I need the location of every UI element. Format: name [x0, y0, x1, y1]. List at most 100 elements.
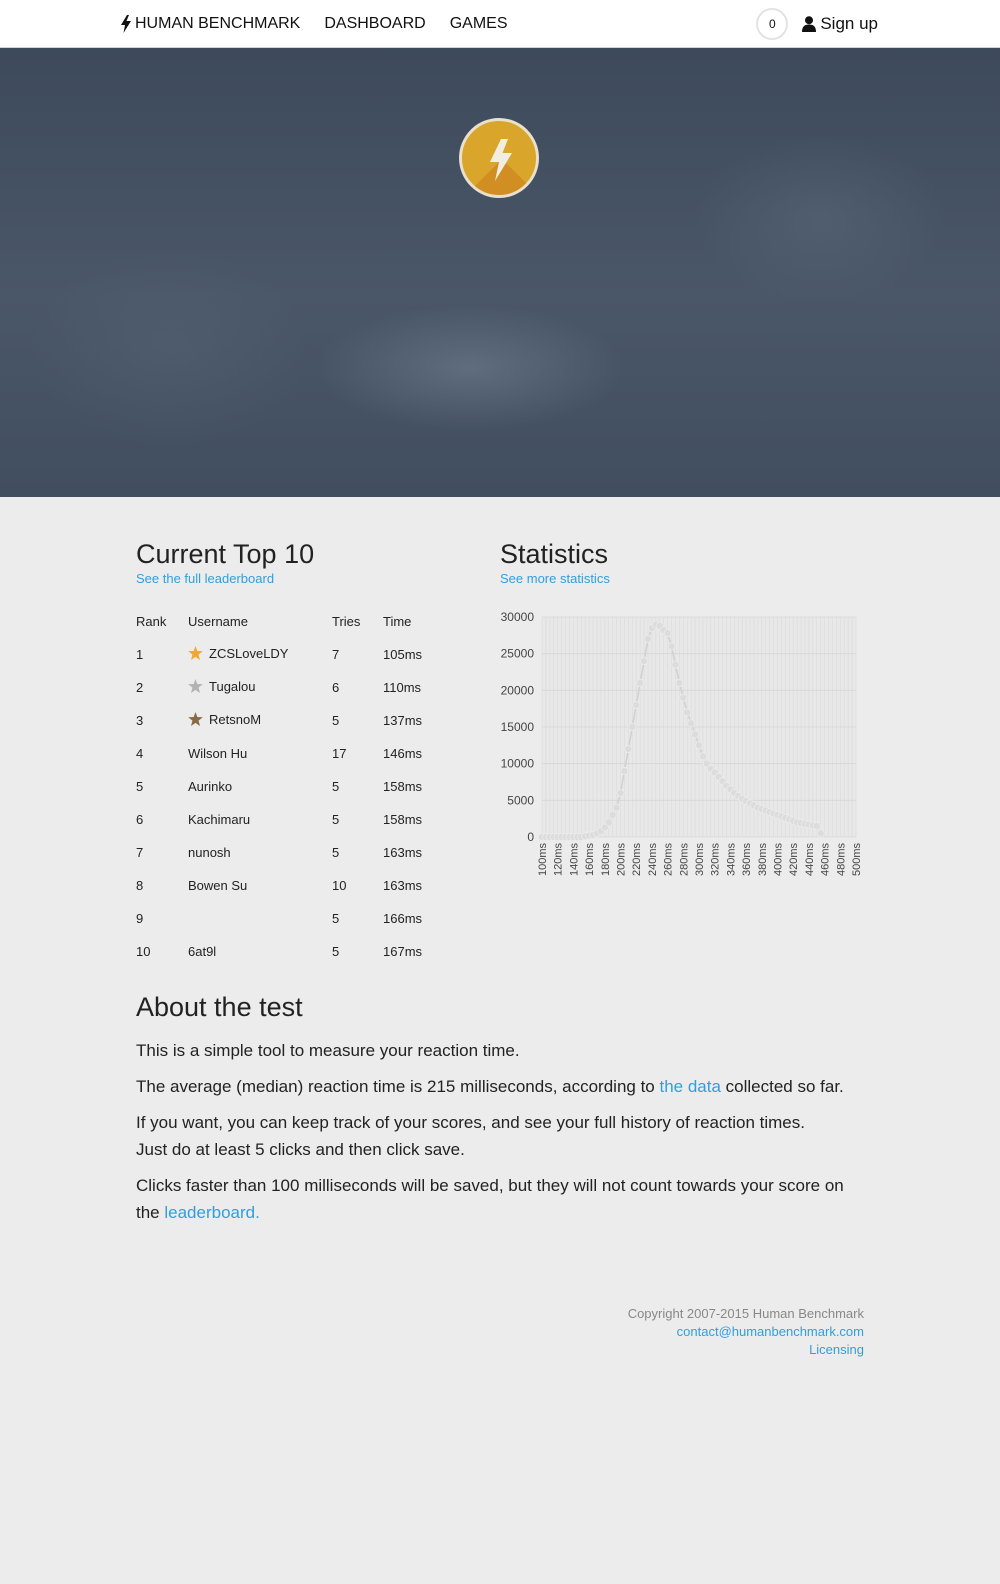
time-cell: 110ms	[383, 680, 422, 695]
star-icon	[188, 679, 203, 696]
copyright-text: Copyright 2007-2015 Human Benchmark	[627, 1306, 864, 1321]
navbar-right: 0 Sign up	[756, 8, 878, 40]
lightning-icon	[490, 139, 512, 181]
username-text[interactable]: Wilson Hu	[188, 746, 247, 761]
col-username-header: Username	[188, 613, 248, 629]
leaderboard-row: 1 ZCSLoveLDY 7 105ms	[136, 638, 453, 671]
about-paragraph-1: This is a simple tool to measure your re…	[136, 1041, 520, 1060]
tries-cell: 5	[332, 911, 340, 926]
statistics-title: Statistics	[500, 539, 609, 569]
reaction-time-distribution-chart: 0 5000 10000 15000 20000 25000 30000 100ms 120ms…	[501, 610, 863, 877]
col-tries-header: Tries	[332, 613, 361, 629]
about-section: About the test This is a simple tool to …	[136, 992, 864, 1226]
about-p2-text-a: The average (median) reaction time is 21…	[136, 1077, 660, 1096]
top10-title: Current Top 10	[136, 539, 315, 569]
score-counter-badge[interactable]: 0	[756, 8, 789, 40]
brand-home-link[interactable]: HUMAN BENCHMARK	[121, 15, 300, 33]
star-icon	[188, 712, 203, 729]
about-paragraph-2: The average (median) reaction time is 21…	[136, 1073, 864, 1100]
nav-dashboard-link[interactable]: DASHBOARD	[324, 15, 425, 33]
x-tick-label: 160ms	[584, 843, 596, 877]
about-paragraph-4: Clicks faster than 100 milliseconds will…	[136, 1172, 864, 1226]
x-tick-label: 140ms	[568, 843, 580, 877]
x-tick-label: 300ms	[694, 843, 706, 877]
about-p2-text-b: collected so far.	[720, 1077, 844, 1096]
y-tick-label: 5000	[507, 793, 534, 807]
nav-games-link[interactable]: GAMES	[450, 15, 508, 33]
leaderboard-row: 3 RetsnoM 5 137ms	[136, 704, 453, 737]
time-cell: 105ms	[383, 647, 423, 662]
y-tick-label: 30000	[501, 610, 535, 624]
leaderboard-row: 9 5 166ms	[136, 902, 453, 935]
x-tick-label: 460ms	[820, 843, 832, 877]
x-tick-label: 400ms	[773, 843, 785, 877]
reaction-time-logo	[459, 118, 539, 198]
top-navbar: HUMAN BENCHMARK DASHBOARD GAMES 0 Sign u…	[0, 0, 1000, 48]
time-cell: 158ms	[383, 812, 423, 827]
username-text[interactable]: Aurinko	[188, 779, 232, 794]
data-point	[687, 719, 696, 728]
username-text[interactable]: RetsnoM	[209, 712, 261, 727]
data-point	[698, 752, 707, 761]
rank-cell: 3	[136, 713, 144, 728]
username-cell: Aurinko	[188, 770, 332, 803]
x-tick-label: 480ms	[835, 843, 847, 877]
username-cell: Wilson Hu	[188, 737, 332, 770]
tries-cell: 5	[332, 812, 340, 827]
data-point	[675, 679, 684, 688]
x-tick-label: 280ms	[678, 843, 690, 877]
time-cell: 146ms	[383, 746, 423, 761]
username-cell: Kachimaru	[188, 803, 332, 836]
rank-cell: 7	[136, 845, 144, 860]
username-text[interactable]: Tugalou	[209, 679, 256, 694]
username-cell: Tugalou	[188, 671, 332, 704]
tries-cell: 5	[332, 779, 340, 794]
leaderboard-row: 10 6at9l 5 167ms	[136, 935, 453, 968]
x-tick-label: 200ms	[616, 843, 628, 877]
leaderboard-body: 1 ZCSLoveLDY 7 105ms 2 Tugalou 6 110ms 3 RetsnoM 5…	[136, 638, 453, 968]
time-cell: 167ms	[383, 944, 423, 959]
leaderboard-row: 4 Wilson Hu 17 146ms	[136, 737, 453, 770]
username-text[interactable]: nunosh	[188, 845, 231, 860]
username-text[interactable]: 6at9l	[188, 944, 216, 959]
leaderboard-row: 6 Kachimaru 5 158ms	[136, 803, 453, 836]
leaderboard-link[interactable]: leaderboard.	[164, 1203, 259, 1222]
y-tick-label: 0	[527, 830, 534, 844]
x-tick-label: 440ms	[804, 843, 816, 877]
username-cell: nunosh	[188, 836, 332, 869]
tries-cell: 5	[332, 713, 340, 728]
leaderboard-header-row: Rank Username Tries Time	[136, 604, 453, 638]
page-footer: Copyright 2007-2015 Human Benchmark cont…	[628, 1305, 864, 1359]
more-statistics-link[interactable]: See more statistics	[500, 571, 864, 586]
about-p3-line-1: If you want, you can keep track of your …	[136, 1113, 805, 1132]
hero-test-area[interactable]	[0, 48, 1000, 497]
the-data-link[interactable]: the data	[659, 1077, 720, 1096]
data-point	[604, 818, 613, 827]
rank-cell: 1	[136, 647, 144, 662]
rank-cell: 4	[136, 746, 144, 761]
y-tick-label: 10000	[501, 757, 535, 771]
star-icon	[188, 646, 203, 663]
username-text[interactable]: ZCSLoveLDY	[209, 646, 288, 661]
username-text[interactable]: Kachimaru	[188, 812, 250, 827]
contact-email-link[interactable]: contact@humanbenchmark.com	[628, 1323, 864, 1341]
x-tick-label: 320ms	[710, 843, 722, 877]
rank-cell: 5	[136, 779, 144, 794]
username-cell	[188, 902, 332, 935]
signup-link[interactable]: Sign up	[802, 14, 878, 34]
full-leaderboard-link[interactable]: See the full leaderboard	[136, 571, 476, 586]
time-cell: 163ms	[383, 878, 423, 893]
licensing-link[interactable]: Licensing	[628, 1341, 864, 1359]
data-point	[663, 629, 672, 638]
data-point	[694, 741, 703, 750]
about-title: About the test	[136, 992, 303, 1022]
tries-cell: 10	[332, 878, 347, 893]
data-point	[643, 634, 652, 643]
leaderboard-row: 2 Tugalou 6 110ms	[136, 671, 453, 704]
username-text[interactable]: Bowen Su	[188, 878, 247, 893]
username-cell: ZCSLoveLDY	[188, 638, 332, 671]
data-point	[671, 660, 680, 669]
data-point	[616, 788, 625, 797]
x-tick-label: 180ms	[600, 843, 612, 877]
lightning-icon	[121, 15, 131, 33]
